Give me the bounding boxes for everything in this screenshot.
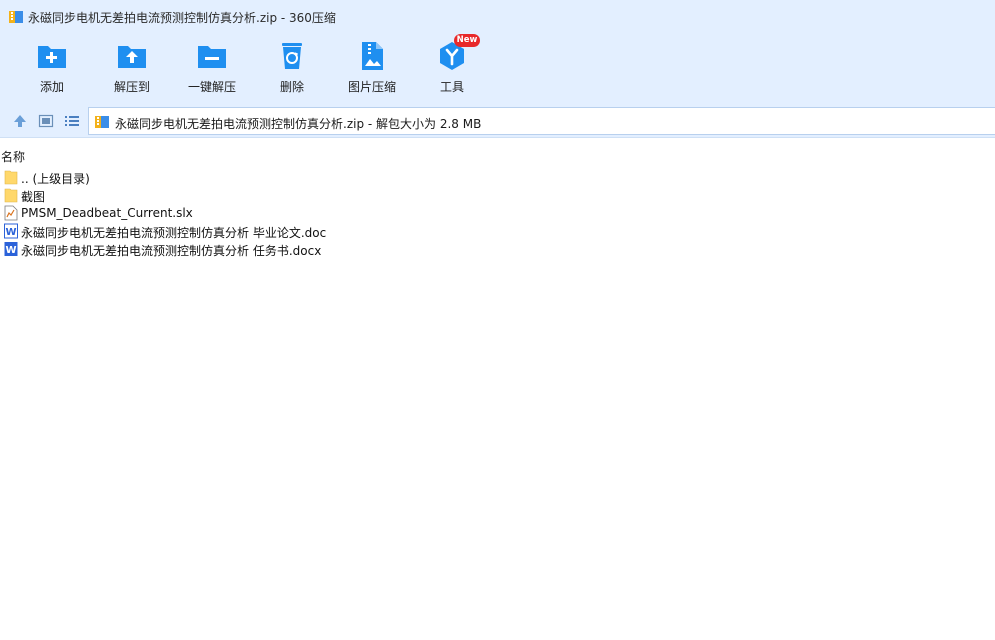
folder-icon: [4, 188, 18, 203]
column-header-name[interactable]: 名称: [1, 148, 25, 165]
list-header: 名称: [0, 147, 995, 165]
one-click-extract-icon: [198, 46, 226, 68]
file-name: 永磁同步电机无差拍电流预测控制仿真分析 任务书.docx: [21, 244, 322, 258]
recycle-bin-icon: [282, 43, 302, 69]
title-bar: 永磁同步电机无差拍电流预测控制仿真分析.zip - 360压缩: [0, 0, 995, 34]
one-click-extract-button-label: 一键解压: [187, 80, 236, 94]
thumbnail-view-icon[interactable]: [38, 113, 54, 129]
navigation-bar: 永磁同步电机无差拍电流预测控制仿真分析.zip - 解包大小为 2.8 MB: [0, 104, 995, 138]
simulink-file-icon: [4, 205, 18, 221]
svg-text:W: W: [5, 245, 16, 256]
delete-button-label: 删除: [279, 80, 304, 94]
delete-button[interactable]: 删除: [252, 40, 332, 100]
one-click-extract-button[interactable]: 一键解压: [172, 40, 252, 100]
add-button-label: 添加: [39, 80, 64, 94]
add-folder-icon: [38, 46, 66, 68]
image-compress-icon: [362, 42, 383, 70]
file-name: PMSM_Deadbeat_Current.slx: [21, 206, 193, 220]
tools-button-label: 工具: [439, 80, 464, 94]
file-name: 永磁同步电机无差拍电流预测控制仿真分析 毕业论文.doc: [21, 226, 327, 240]
folder-icon: [4, 170, 18, 185]
image-compress-button[interactable]: 图片压缩: [332, 40, 412, 100]
word-docx-icon: W: [4, 242, 18, 256]
address-text: 永磁同步电机无差拍电流预测控制仿真分析.zip - 解包大小为 2.8 MB: [115, 117, 482, 131]
list-item[interactable]: PMSM_Deadbeat_Current.slx: [0, 204, 995, 222]
image-compress-button-label: 图片压缩: [347, 80, 396, 94]
svg-text:W: W: [5, 227, 16, 238]
up-arrow-icon[interactable]: [12, 113, 28, 129]
extract-to-button[interactable]: 解压到: [92, 40, 172, 100]
new-badge: New: [454, 34, 480, 47]
extract-to-button-label: 解压到: [113, 80, 150, 94]
list-item[interactable]: .. (上级目录): [0, 168, 995, 186]
address-bar[interactable]: 永磁同步电机无差拍电流预测控制仿真分析.zip - 解包大小为 2.8 MB: [88, 107, 995, 135]
word-doc-icon: W: [4, 223, 18, 239]
file-name: .. (上级目录): [21, 172, 90, 186]
zip-archive-icon: [9, 11, 23, 23]
file-list: .. (上级目录) 截图 PMSM_Deadbeat_Current.slx W…: [0, 168, 995, 258]
list-item[interactable]: W 永磁同步电机无差拍电流预测控制仿真分析 毕业论文.doc: [0, 222, 995, 240]
add-button[interactable]: 添加: [12, 40, 92, 100]
file-name: 截图: [21, 190, 46, 204]
window-title: 永磁同步电机无差拍电流预测控制仿真分析.zip - 360压缩: [28, 11, 336, 25]
list-item[interactable]: 截图: [0, 186, 995, 204]
zip-archive-icon: [95, 116, 109, 128]
extract-to-folder-icon: [118, 46, 146, 68]
tools-button[interactable]: New 工具: [412, 34, 492, 100]
main-toolbar: 添加 解压到 一键解压 删除 图片压缩 New 工具: [0, 34, 995, 104]
list-view-icon[interactable]: [64, 113, 80, 129]
list-item[interactable]: W 永磁同步电机无差拍电流预测控制仿真分析 任务书.docx: [0, 240, 995, 258]
